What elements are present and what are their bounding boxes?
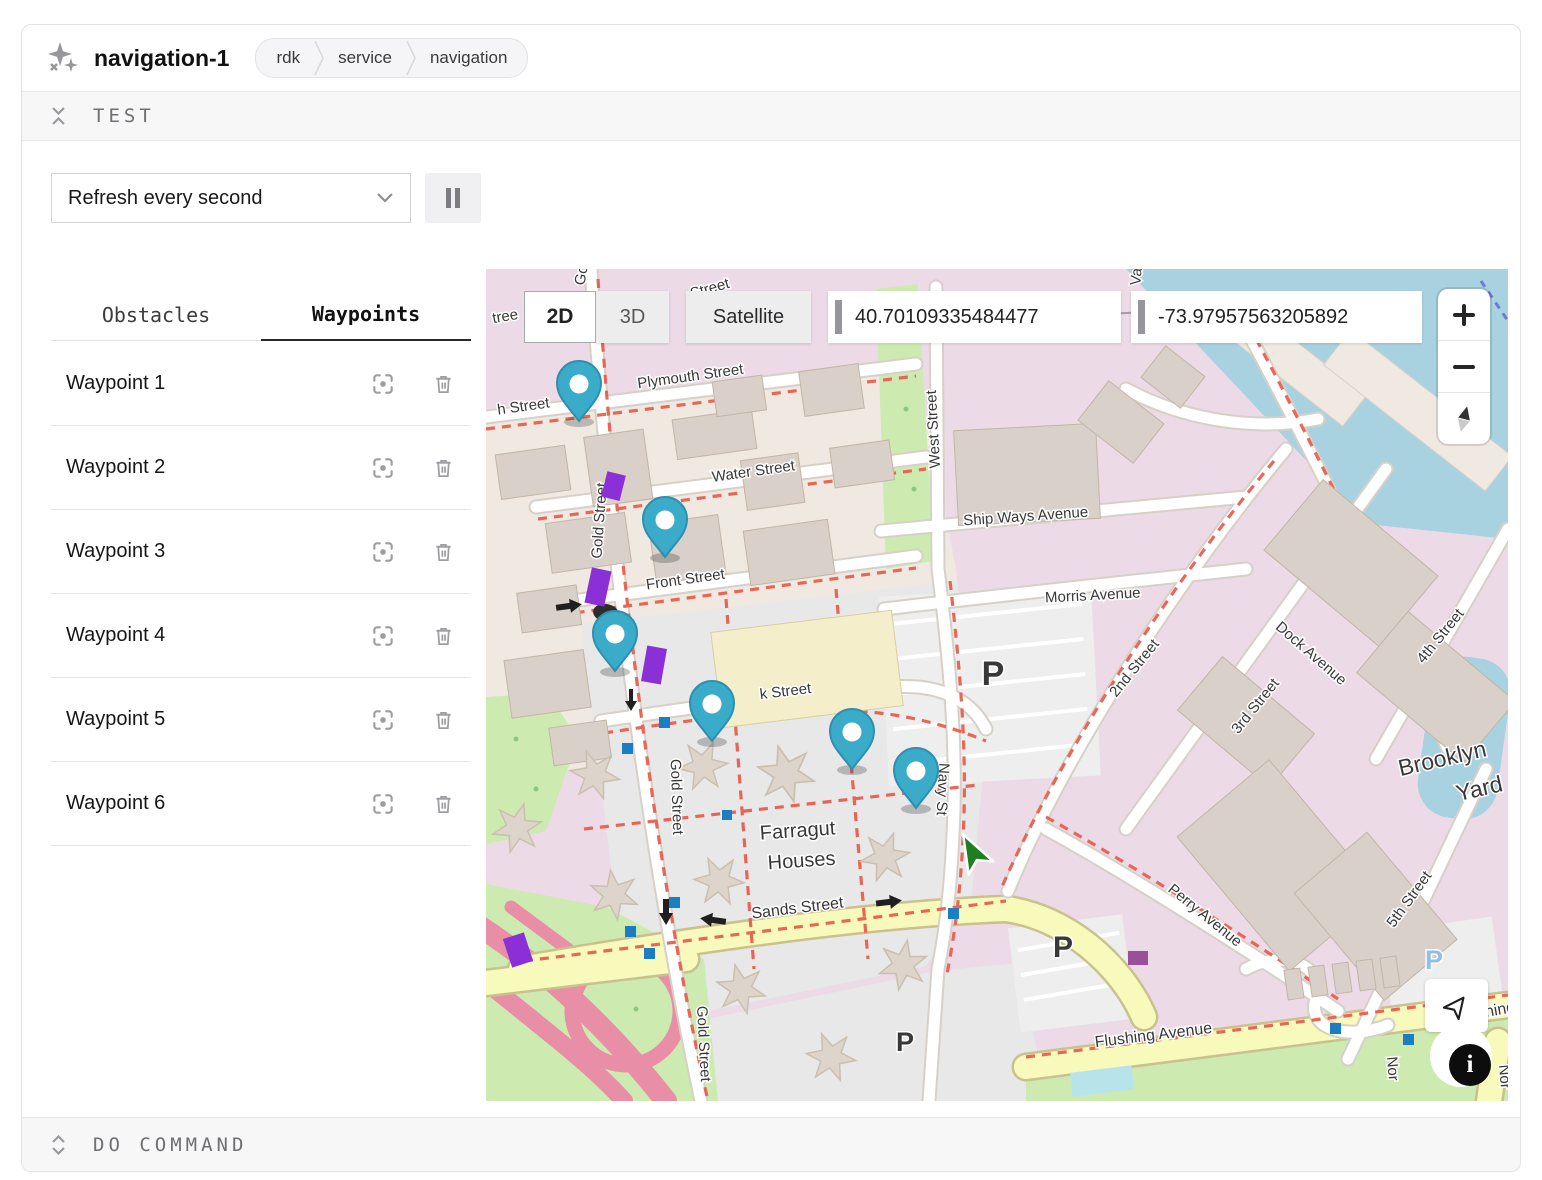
refresh-select-value: Refresh every second — [68, 187, 263, 210]
focus-icon — [370, 539, 396, 565]
map-satellite-button[interactable]: Satellite — [686, 291, 811, 343]
map-attribution: i — [1430, 1025, 1492, 1087]
pause-icon — [444, 187, 462, 209]
waypoint-name: Waypoint 5 — [66, 708, 365, 731]
trash-icon — [432, 708, 455, 732]
delete-waypoint-button[interactable] — [425, 786, 461, 822]
map-view-2d-button[interactable]: 2D — [524, 291, 596, 343]
zoom-out-button[interactable] — [1438, 340, 1490, 392]
street-label: Va — [1127, 269, 1145, 286]
map-zoom-control — [1438, 289, 1490, 444]
focus-icon — [370, 623, 396, 649]
longitude-drag-handle[interactable] — [1138, 300, 1145, 334]
geolocate-arrow-icon — [1443, 992, 1471, 1020]
waypoint-name: Waypoint 3 — [66, 540, 365, 563]
waypoint-name: Waypoint 2 — [66, 456, 365, 479]
trash-icon — [432, 456, 455, 480]
map-canvas[interactable]: Plymouth Street h Street Water Street Fr… — [486, 269, 1508, 1101]
parking-icon: P — [1425, 945, 1443, 975]
map-tiles: Plymouth Street h Street Water Street Fr… — [486, 269, 1508, 1101]
breadcrumb-item: service — [338, 48, 392, 68]
test-section-label: TEST — [93, 105, 155, 127]
trash-icon — [432, 372, 455, 396]
minus-icon — [1453, 356, 1475, 378]
waypoint-name: Waypoint 6 — [66, 792, 365, 815]
expand-icon — [50, 1133, 67, 1157]
supermarket-icon — [1128, 951, 1148, 965]
delete-waypoint-button[interactable] — [425, 534, 461, 570]
breadcrumb-item: navigation — [430, 48, 508, 68]
breadcrumb-item: rdk — [276, 48, 300, 68]
focus-waypoint-button[interactable] — [365, 702, 401, 738]
collapse-icon — [50, 104, 67, 128]
delete-waypoint-button[interactable] — [425, 366, 461, 402]
do-command-section-header[interactable]: DO COMMAND — [22, 1117, 1520, 1171]
longitude-input-wrap — [1131, 291, 1422, 343]
waypoint-row: Waypoint 2 — [51, 426, 471, 510]
trash-icon — [432, 624, 455, 648]
trash-icon — [432, 540, 455, 564]
street-label: Nor — [1495, 1064, 1508, 1090]
tab-obstacles[interactable]: Obstacles — [51, 289, 261, 341]
navigation-service-card: navigation-1 rdk service navigation TEST… — [21, 24, 1521, 1172]
focus-icon — [370, 455, 396, 481]
parking-icon: P — [982, 655, 1005, 693]
waypoint-row: Waypoint 1 — [51, 342, 471, 426]
waypoint-row: Waypoint 3 — [51, 510, 471, 594]
street-label: Gold Street — [667, 759, 687, 836]
waypoint-list: Waypoint 1 Waypoint 2 Waypoint 3 Waypoin… — [51, 342, 471, 846]
latitude-drag-handle[interactable] — [835, 300, 842, 334]
latitude-input[interactable] — [853, 305, 1121, 330]
focus-icon — [370, 707, 396, 733]
do-command-label: DO COMMAND — [93, 1134, 247, 1156]
compass-reset-button[interactable] — [1438, 392, 1490, 444]
page-title: navigation-1 — [94, 45, 229, 72]
test-section-header[interactable]: TEST — [22, 91, 1520, 141]
focus-waypoint-button[interactable] — [365, 618, 401, 654]
card-header: navigation-1 rdk service navigation — [22, 25, 1520, 91]
breadcrumb: rdk service navigation — [255, 38, 528, 78]
focus-waypoint-button[interactable] — [365, 786, 401, 822]
tab-waypoints[interactable]: Waypoints — [261, 289, 471, 341]
trash-icon — [432, 792, 455, 816]
longitude-input[interactable] — [1156, 305, 1422, 330]
chevron-down-icon — [376, 192, 394, 204]
latitude-input-wrap — [828, 291, 1121, 343]
focus-icon — [370, 371, 396, 397]
pause-button[interactable] — [425, 173, 481, 223]
waypoint-name: Waypoint 1 — [66, 372, 365, 395]
compass-icon — [1451, 404, 1477, 434]
street-label: Go — [571, 269, 591, 287]
waypoint-name: Waypoint 4 — [66, 624, 365, 647]
info-icon[interactable]: i — [1449, 1044, 1491, 1086]
geolocate-button[interactable] — [1425, 979, 1488, 1032]
waypoint-row: Waypoint 4 — [51, 594, 471, 678]
focus-waypoint-button[interactable] — [365, 366, 401, 402]
focus-waypoint-button[interactable] — [365, 534, 401, 570]
zoom-in-button[interactable] — [1438, 289, 1490, 340]
plus-icon — [1453, 304, 1475, 326]
waypoint-row: Waypoint 5 — [51, 678, 471, 762]
breadcrumb-separator-icon — [406, 40, 416, 76]
delete-waypoint-button[interactable] — [425, 618, 461, 654]
parking-icon: P — [1053, 931, 1073, 964]
delete-waypoint-button[interactable] — [425, 702, 461, 738]
refresh-select[interactable]: Refresh every second — [51, 173, 411, 223]
breadcrumb-separator-icon — [314, 40, 324, 76]
parking-icon: P — [896, 1027, 914, 1057]
waypoint-obstacle-tabs: Obstacles Waypoints — [51, 289, 471, 341]
map-view-3d-button[interactable]: 3D — [596, 291, 669, 343]
service-sparkle-icon — [46, 41, 80, 75]
focus-waypoint-button[interactable] — [365, 450, 401, 486]
street-label: Nor — [1383, 1056, 1402, 1082]
waypoint-row: Waypoint 6 — [51, 762, 471, 846]
delete-waypoint-button[interactable] — [425, 450, 461, 486]
focus-icon — [370, 791, 396, 817]
